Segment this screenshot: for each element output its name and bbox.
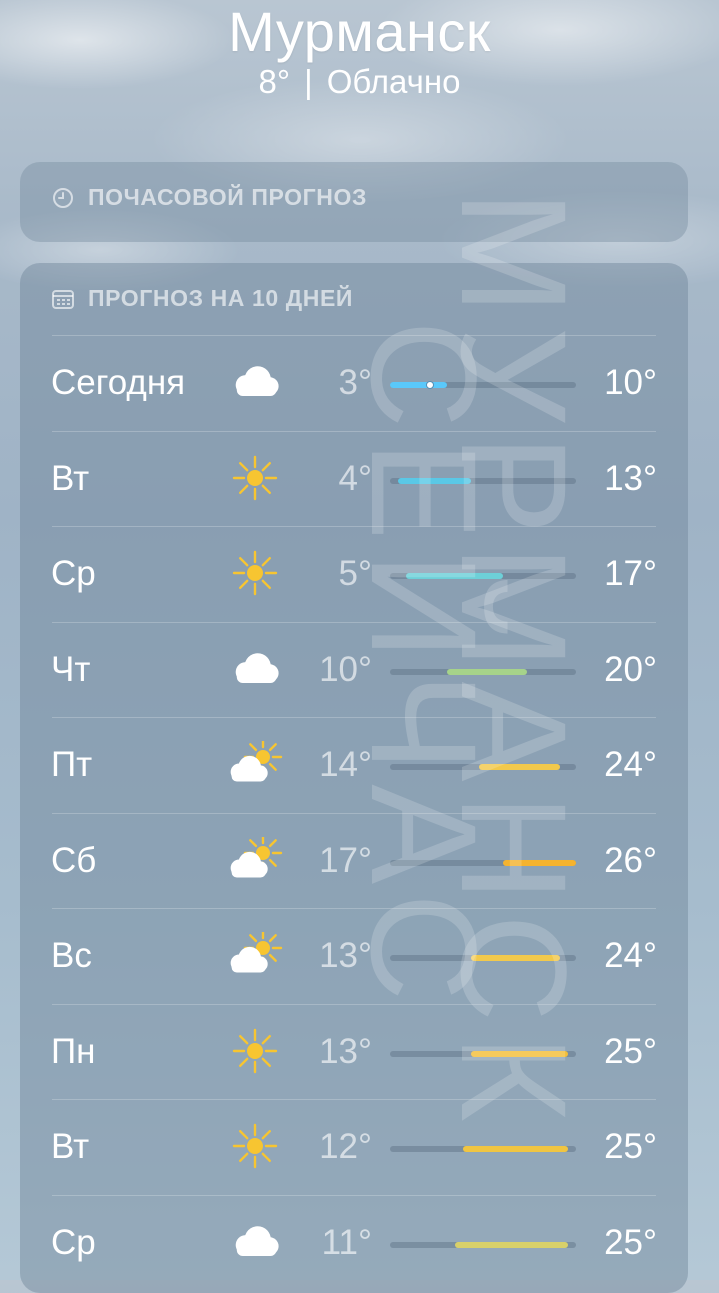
high-temperature: 20° (604, 649, 657, 689)
temperature-range-bar (390, 668, 576, 675)
temperature-range-bar (390, 764, 576, 770)
temperature-range-fill (462, 1146, 568, 1152)
temperature-range-fill (470, 955, 560, 961)
forecast-day-row[interactable]: Сегодня 3° 10° (20, 335, 688, 430)
low-temperature: 4° (338, 458, 372, 498)
temperature-range-fill (390, 382, 447, 388)
low-temperature: 13° (319, 1031, 372, 1071)
low-temperature: 5° (338, 554, 372, 593)
day-label: Пн (51, 1031, 96, 1071)
high-temperature: 25° (604, 1222, 657, 1262)
forecast-day-row[interactable]: Сб 17° 26° (20, 813, 688, 908)
temperature-range-bar (390, 955, 576, 961)
hourly-forecast-title: ПОЧАСОВОЙ ПРОГНОЗ (52, 184, 367, 211)
low-temperature: 3° (338, 363, 372, 402)
cloud-icon (226, 359, 284, 405)
day-label: Вс (51, 936, 92, 975)
temperature-range-bar (390, 1050, 576, 1057)
day-label: Сегодня (51, 363, 186, 402)
current-temperature: 8° (258, 63, 291, 100)
sun-icon (226, 455, 284, 501)
day-label: Ср (51, 554, 96, 593)
low-temperature: 13° (319, 936, 372, 975)
temperature-range-fill (398, 477, 471, 484)
partly-cloudy-icon (226, 928, 284, 978)
cloud-icon (226, 1219, 284, 1265)
forecast-day-row[interactable]: Чт 10° 20° (20, 622, 688, 717)
low-temperature: 10° (319, 649, 372, 689)
high-temperature: 26° (604, 840, 657, 880)
high-temperature: 25° (604, 1127, 657, 1166)
day-label: Вт (51, 1127, 90, 1166)
ten-day-forecast-title: ПРОГНОЗ НА 10 ДНЕЙ (52, 285, 353, 312)
calendar-icon (52, 289, 74, 309)
partly-cloudy-icon (226, 833, 284, 883)
ten-day-forecast-card[interactable]: ПРОГНОЗ НА 10 ДНЕЙ Сегодня 3° 10° Вт 4° 13° С… (20, 263, 688, 1293)
forecast-day-row[interactable]: Вт 4° 13° (20, 431, 688, 526)
separator: | (304, 63, 313, 100)
day-label: Сб (51, 840, 97, 880)
high-temperature: 10° (604, 363, 657, 402)
temperature-range-fill (454, 1241, 568, 1248)
day-label: Вт (51, 458, 90, 498)
temperature-range-bar (390, 859, 576, 866)
sun-icon (226, 1028, 284, 1074)
sun-icon (226, 550, 284, 596)
temperature-range-fill (503, 859, 576, 866)
clock-icon (53, 187, 73, 208)
current-condition: Облачно (326, 63, 461, 100)
temperature-range-fill (479, 764, 560, 770)
day-label: Ср (51, 1222, 96, 1262)
day-label: Пт (51, 745, 93, 784)
hourly-forecast-card[interactable]: ПОЧАСОВОЙ ПРОГНОЗ (20, 162, 688, 242)
temperature-range-bar (390, 1146, 576, 1152)
temperature-range-fill (406, 573, 504, 579)
partly-cloudy-icon (226, 737, 284, 787)
current-weather-header: Мурманск 8° | Облачно (0, 0, 719, 102)
low-temperature: 14° (319, 745, 372, 784)
city-name: Мурманск (228, 0, 491, 63)
low-temperature: 17° (319, 840, 372, 880)
temperature-range-bar (390, 381, 576, 389)
high-temperature: 13° (604, 458, 657, 498)
forecast-day-row[interactable]: Ср 11° 25° (20, 1195, 688, 1290)
forecast-day-row[interactable]: Пт 14° 24° (20, 717, 688, 812)
forecast-day-row[interactable]: Ср 5° 17° (20, 526, 688, 621)
day-label: Чт (51, 649, 91, 689)
forecast-day-row[interactable]: Пн 13° 25° (20, 1004, 688, 1099)
sun-icon (226, 1123, 284, 1169)
hourly-forecast-label: ПОЧАСОВОЙ ПРОГНОЗ (88, 184, 368, 210)
temperature-range-fill (446, 668, 528, 675)
low-temperature: 12° (319, 1127, 372, 1166)
forecast-day-row[interactable]: Вт 12° 25° (20, 1099, 688, 1194)
temperature-range-bar (390, 1241, 576, 1248)
high-temperature: 17° (604, 554, 657, 593)
high-temperature: 25° (604, 1031, 657, 1071)
cloud-icon (226, 646, 284, 692)
high-temperature: 24° (604, 936, 657, 975)
low-temperature: 11° (321, 1222, 372, 1262)
current-conditions: 8° | Облачно (0, 62, 719, 102)
forecast-day-row[interactable]: Вс 13° 24° (20, 908, 688, 1003)
temperature-range-bar (390, 477, 576, 484)
temperature-range-fill (470, 1050, 568, 1057)
high-temperature: 24° (604, 745, 657, 784)
temperature-range-bar (390, 573, 576, 579)
ten-day-forecast-label: ПРОГНОЗ НА 10 ДНЕЙ (88, 285, 354, 311)
